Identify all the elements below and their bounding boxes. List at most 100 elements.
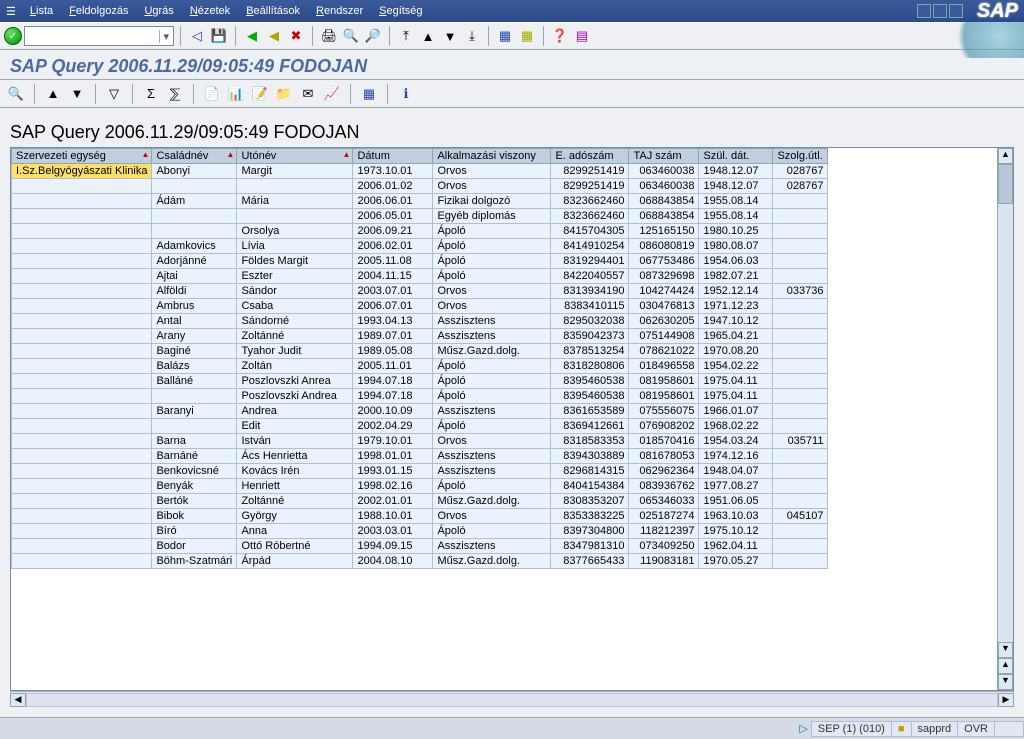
table-row[interactable]: BibokGyörgy1988.10.01Orvos83533832250251…: [12, 509, 828, 524]
enter-button[interactable]: ✓: [4, 27, 22, 45]
cell-csalad: Baranyi: [152, 404, 237, 419]
col-szolg[interactable]: Szolg.útl.: [773, 149, 828, 164]
menu-rendszer[interactable]: Rendszer: [308, 3, 371, 19]
table-row[interactable]: BalázsZoltán2005.11.01Ápoló8318280806018…: [12, 359, 828, 374]
filter-button[interactable]: ▽: [104, 84, 124, 104]
next-page-button[interactable]: ▼: [440, 26, 460, 46]
col-szul[interactable]: Szül. dát.: [699, 149, 773, 164]
info-button[interactable]: ℹ: [396, 84, 416, 104]
table-row[interactable]: BaranyiAndrea2000.10.09Asszisztens836165…: [12, 404, 828, 419]
table-row[interactable]: BenkovicsnéKovács Irén1993.01.15Assziszt…: [12, 464, 828, 479]
table-row[interactable]: ÁdámMária2006.06.01Fizikai dolgozó832366…: [12, 194, 828, 209]
vertical-scrollbar[interactable]: ▲ ▼ ▲ ▼: [997, 148, 1013, 690]
change-layout-button[interactable]: ▦: [359, 84, 379, 104]
table-row[interactable]: 2006.01.02Orvos82992514190634600381948.1…: [12, 179, 828, 194]
close-button[interactable]: [949, 4, 963, 18]
cell-org: [12, 419, 152, 434]
table-row[interactable]: BarnaIstván1979.10.01Orvos83185833530185…: [12, 434, 828, 449]
help-button[interactable]: ❓: [550, 26, 570, 46]
table-row[interactable]: BenyákHenriett1998.02.16Ápoló84041543840…: [12, 479, 828, 494]
menu-lista[interactable]: Lista: [22, 3, 61, 19]
first-page-button[interactable]: ⤒: [396, 26, 416, 46]
menu-ugrás[interactable]: Ugrás: [136, 3, 181, 19]
command-field[interactable]: ▾: [24, 26, 174, 46]
table-row[interactable]: BaginéTyahor Judit1989.05.08Műsz.Gazd.do…: [12, 344, 828, 359]
table-row[interactable]: BodorOttó Róbertné1994.09.15Asszisztens8…: [12, 539, 828, 554]
table-row[interactable]: Orsolya2006.09.21Ápoló841570430512516515…: [12, 224, 828, 239]
cell-org: [12, 509, 152, 524]
cell-org: [12, 404, 152, 419]
wordproc-button[interactable]: 📝: [250, 84, 270, 104]
table-row[interactable]: AranyZoltánné1989.07.01Asszisztens835904…: [12, 329, 828, 344]
cell-szul: 1982.07.21: [699, 269, 773, 284]
mail-button[interactable]: ✉: [298, 84, 318, 104]
col-datum[interactable]: Dátum: [353, 149, 433, 164]
scroll-down2-icon[interactable]: ▼: [998, 674, 1013, 690]
find-next-button[interactable]: 🔎: [363, 26, 383, 46]
layout-menu-button[interactable]: ▤: [572, 26, 592, 46]
scroll-thumb[interactable]: [998, 164, 1013, 204]
cancel-button[interactable]: ✖: [286, 26, 306, 46]
sort-desc-button[interactable]: ▼: [67, 84, 87, 104]
table-row[interactable]: AmbrusCsaba2006.07.01Orvos83834101150304…: [12, 299, 828, 314]
scroll-right-icon[interactable]: ▶: [998, 693, 1014, 707]
col-ado[interactable]: E. adószám: [551, 149, 629, 164]
scroll-up2-icon[interactable]: ▲: [998, 658, 1013, 674]
horizontal-scrollbar[interactable]: ◀ ▶: [10, 691, 1014, 707]
localfile-button[interactable]: 📁: [274, 84, 294, 104]
col-csalad[interactable]: Családnév▲: [152, 149, 237, 164]
find-button[interactable]: 🔍: [341, 26, 361, 46]
command-input[interactable]: [25, 29, 159, 43]
table-row[interactable]: Edit2002.04.29Ápoló836941266107690820219…: [12, 419, 828, 434]
menu-nézetek[interactable]: Nézetek: [182, 3, 238, 19]
prev-page-button[interactable]: ▲: [418, 26, 438, 46]
cell-csalad: Ádám: [152, 194, 237, 209]
table-row[interactable]: I.Sz.Belgyógyászati KlinikaAbonyiMargit1…: [12, 164, 828, 179]
table-row[interactable]: AjtaiEszter2004.11.15Ápoló84220405570873…: [12, 269, 828, 284]
cell-org: [12, 224, 152, 239]
command-dropdown-icon[interactable]: ▾: [159, 30, 173, 43]
table-row[interactable]: AntalSándorné1993.04.13Asszisztens829503…: [12, 314, 828, 329]
table-row[interactable]: 2006.05.01Egyéb diplomás8323662460068843…: [12, 209, 828, 224]
table-row[interactable]: Poszlovszki Andrea1994.07.18Ápoló8395460…: [12, 389, 828, 404]
last-page-button[interactable]: ⤓: [462, 26, 482, 46]
scroll-up-icon[interactable]: ▲: [998, 148, 1013, 164]
col-uto[interactable]: Utónév▲: [237, 149, 353, 164]
scroll-left-icon[interactable]: ◀: [10, 693, 26, 707]
system-menu-icon[interactable]: ☰: [6, 5, 16, 18]
menu-beállítások[interactable]: Beállítások: [238, 3, 308, 19]
col-alk[interactable]: Alkalmazási viszony: [433, 149, 551, 164]
table-row[interactable]: AlföldiSándor2003.07.01Orvos831393419010…: [12, 284, 828, 299]
cell-taj: 067753486: [629, 254, 699, 269]
restore-button[interactable]: [933, 4, 947, 18]
nav-back-button[interactable]: ◀: [242, 26, 262, 46]
menu-segítség[interactable]: Segítség: [371, 3, 430, 19]
nav-exit-button[interactable]: ◀: [264, 26, 284, 46]
table-row[interactable]: BíróAnna2003.03.01Ápoló83973048001182123…: [12, 524, 828, 539]
scroll-down-icon[interactable]: ▼: [998, 642, 1013, 658]
col-org[interactable]: Szervezeti egység▲: [12, 149, 152, 164]
details-button[interactable]: 🔍: [6, 84, 26, 104]
export-button[interactable]: 📄: [202, 84, 222, 104]
back-button[interactable]: ◁: [187, 26, 207, 46]
table-row[interactable]: BallánéPoszlovszki Anrea1994.07.18Ápoló8…: [12, 374, 828, 389]
graphics-button[interactable]: 📈: [322, 84, 342, 104]
minimize-button[interactable]: [917, 4, 931, 18]
table-row[interactable]: AdamkovicsLívia2006.02.01Ápoló8414910254…: [12, 239, 828, 254]
print-button[interactable]: 🖨: [319, 26, 339, 46]
new-session-button[interactable]: ▦: [495, 26, 515, 46]
sort-asc-button[interactable]: ▲: [43, 84, 63, 104]
table-row[interactable]: BarnánéÁcs Henrietta1998.01.01Assziszten…: [12, 449, 828, 464]
table-row[interactable]: AdorjánnéFöldes Margit2005.11.08Ápoló831…: [12, 254, 828, 269]
cell-szul: 1975.04.11: [699, 374, 773, 389]
sum-button[interactable]: Σ: [141, 84, 161, 104]
shortcut-button[interactable]: ▦: [517, 26, 537, 46]
save-button[interactable]: 💾: [209, 26, 229, 46]
spreadsheet-button[interactable]: 📊: [226, 84, 246, 104]
menu-feldolgozás[interactable]: Feldolgozás: [61, 3, 136, 19]
subtotal-button[interactable]: ⅀: [165, 84, 185, 104]
col-taj[interactable]: TAJ szám: [629, 149, 699, 164]
table-row[interactable]: Böhm-SzatmáriÁrpád2004.08.10Műsz.Gazd.do…: [12, 554, 828, 569]
table-row[interactable]: BertókZoltánné2002.01.01Műsz.Gazd.dolg.8…: [12, 494, 828, 509]
cell-uto: Orsolya: [237, 224, 353, 239]
